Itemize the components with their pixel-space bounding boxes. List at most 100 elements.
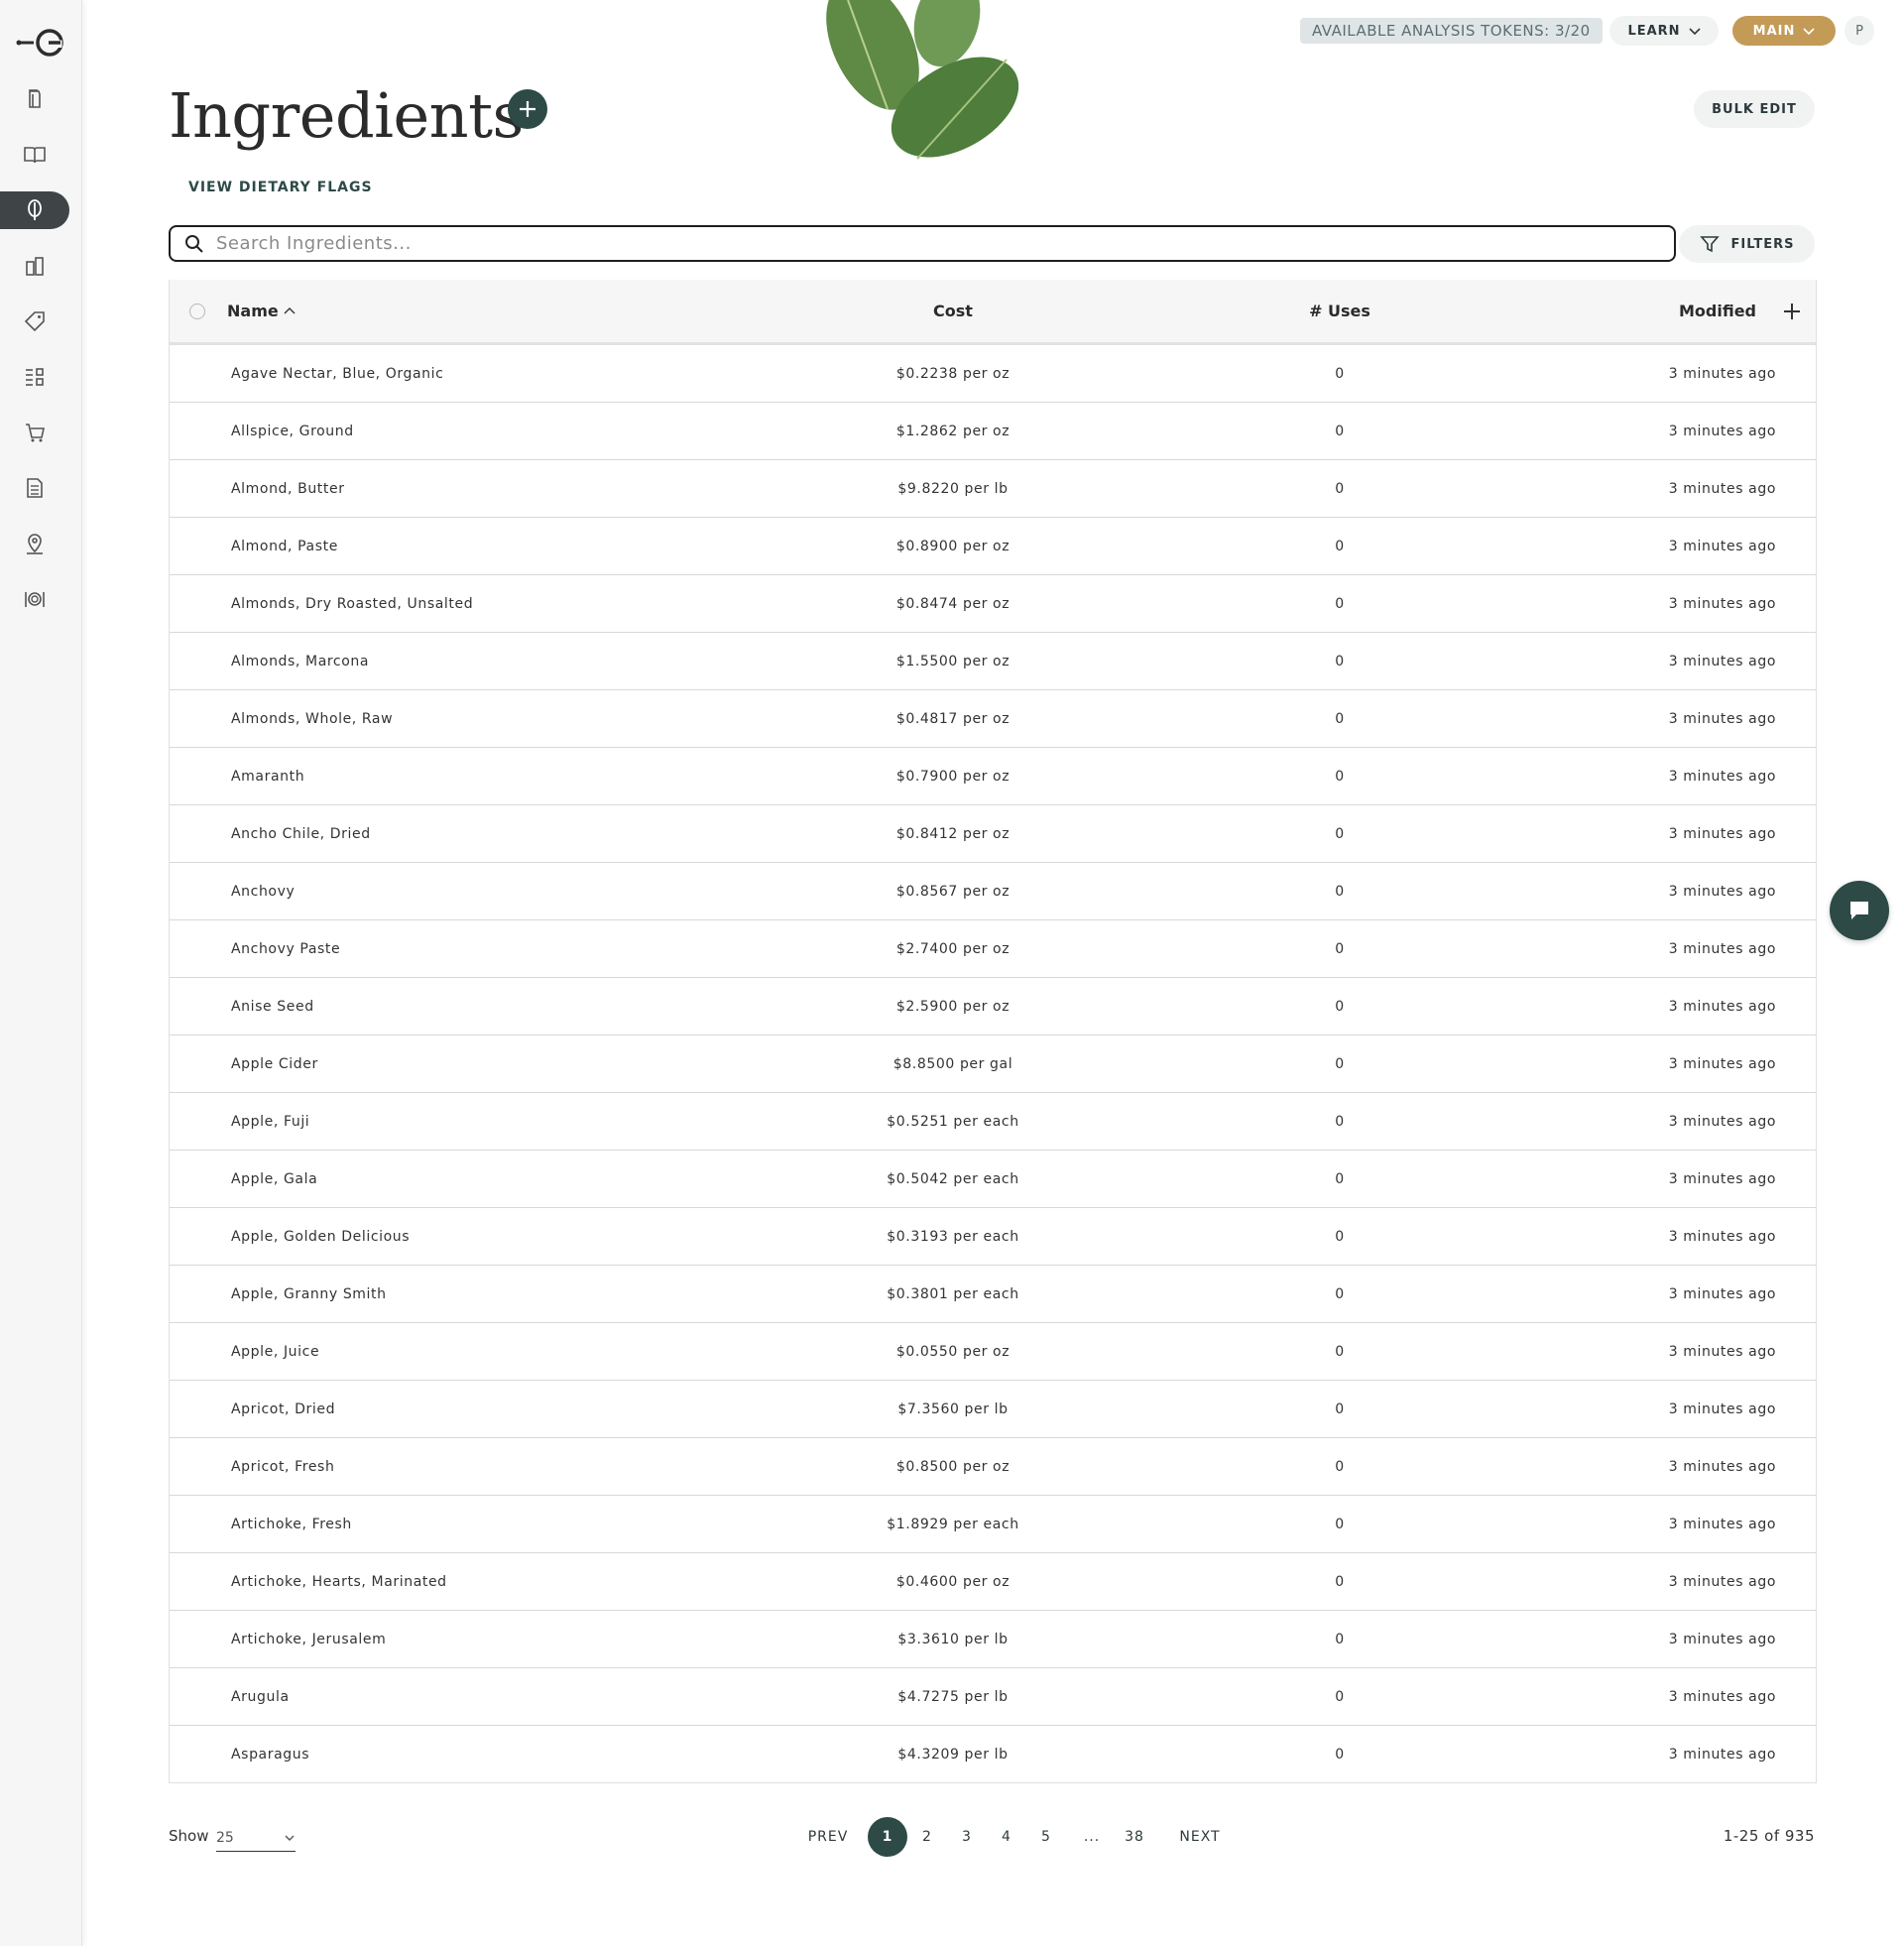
bulk-edit-button[interactable]: BULK EDIT (1694, 90, 1815, 128)
filter-icon (1699, 236, 1720, 253)
column-header-cost[interactable]: Cost (745, 280, 1161, 342)
table-row[interactable]: Artichoke, Hearts, Marinated $0.4600 per … (170, 1553, 1816, 1611)
table-row[interactable]: Agave Nectar, Blue, Organic $0.2238 per o… (170, 345, 1816, 403)
filters-button[interactable]: FILTERS (1679, 225, 1815, 263)
page-size-select[interactable]: 25 (216, 1825, 296, 1852)
main-label: MAIN (1752, 23, 1796, 39)
table-row[interactable]: Almond, Paste $0.8900 per oz 0 3 minutes ag… (170, 518, 1816, 575)
ingredient-name: Almond, Paste (231, 538, 338, 554)
table-row[interactable]: Anise Seed $2.5900 per oz 0 3 minutes ago (170, 978, 1816, 1035)
page-number-button[interactable]: 4 (987, 1817, 1026, 1857)
ingredient-name: Almonds, Whole, Raw (231, 710, 394, 727)
table-row[interactable]: Allspice, Ground $1.2862 per oz 0 3 minutes… (170, 403, 1816, 460)
chat-icon (1850, 902, 1868, 919)
search-input[interactable] (214, 232, 1674, 255)
table-row[interactable]: Apple Cider $8.8500 per gal 0 3 minutes ago (170, 1035, 1816, 1093)
table-row[interactable]: Artichoke, Jerusalem $3.3610 per lb 0 3 min… (170, 1611, 1816, 1668)
ingredient-cost: $0.5251 per each (887, 1113, 1019, 1130)
ingredient-name: Anchovy Paste (231, 940, 341, 957)
table-row[interactable]: Apricot, Fresh $0.8500 per oz 0 3 minutes a… (170, 1438, 1816, 1496)
sidebar-item-checklist[interactable] (0, 358, 69, 396)
ingredient-modified: 3 minutes ago (1668, 423, 1776, 439)
page-number-button[interactable]: 2 (907, 1817, 947, 1857)
ingredient-uses: 0 (1335, 768, 1345, 785)
ingredient-name: Almond, Butter (231, 480, 345, 497)
table-row[interactable]: Almonds, Dry Roasted, Unsalted $0.8474 pe… (170, 575, 1816, 633)
sidebar-item-reports[interactable] (0, 469, 69, 507)
column-label-uses: # Uses (1309, 302, 1370, 320)
page-number-button[interactable]: 5 (1026, 1817, 1066, 1857)
ingredient-uses: 0 (1335, 1516, 1345, 1532)
table-row[interactable]: Anchovy Paste $2.7400 per oz 0 3 minutes ag… (170, 920, 1816, 978)
ingredient-modified: 3 minutes ago (1668, 1516, 1776, 1532)
table-row[interactable]: Apple, Fuji $0.5251 per each 0 3 minutes ag… (170, 1093, 1816, 1151)
learn-dropdown[interactable]: LEARN (1609, 16, 1719, 46)
main-location-dropdown[interactable]: MAIN (1732, 16, 1836, 46)
select-all-checkbox[interactable] (189, 280, 205, 342)
filters-label: FILTERS (1730, 236, 1795, 252)
ingredient-modified: 3 minutes ago (1668, 1113, 1776, 1130)
sidebar-item-ingredients[interactable] (0, 191, 69, 229)
sidebar-item-locations[interactable] (0, 525, 69, 562)
sidebar-item-recipes[interactable] (0, 80, 69, 118)
ingredient-name: Anchovy (231, 883, 296, 900)
chat-support-button[interactable] (1830, 881, 1889, 940)
sidebar-item-orders[interactable] (0, 414, 69, 451)
ingredient-uses: 0 (1335, 538, 1345, 554)
ingredient-modified: 3 minutes ago (1668, 1458, 1776, 1475)
page-number-button[interactable]: 38 (1115, 1817, 1154, 1857)
ingredient-cost: $0.8474 per oz (895, 595, 1011, 612)
ingredient-name: Artichoke, Jerusalem (231, 1631, 387, 1647)
user-avatar[interactable]: P (1844, 16, 1874, 46)
add-column-button[interactable] (1780, 280, 1804, 342)
table-row[interactable]: Asparagus $4.3209 per lb 0 3 minutes ago (170, 1726, 1816, 1782)
ingredient-name: Apple, Fuji (231, 1113, 310, 1130)
ingredient-name: Ancho Chile, Dried (231, 825, 371, 842)
table-row[interactable]: Apple, Gala $0.5042 per each 0 3 minutes ag… (170, 1151, 1816, 1208)
table-row[interactable]: Almond, Butter $9.8220 per lb 0 3 minutes a… (170, 460, 1816, 518)
ingredient-cost: $0.2238 per oz (895, 365, 1011, 382)
ingredient-modified: 3 minutes ago (1668, 825, 1776, 842)
app-logo[interactable] (16, 28, 65, 58)
ingredient-modified: 3 minutes ago (1668, 1228, 1776, 1245)
prev-page-button[interactable]: PREV (798, 1817, 858, 1857)
sidebar-item-inventory[interactable] (0, 247, 69, 285)
page-number-button[interactable]: 1 (868, 1817, 907, 1857)
table-row[interactable]: Apple, Golden Delicious $0.3193 per each 0… (170, 1208, 1816, 1266)
table-row[interactable]: Apricot, Dried $7.3560 per lb 0 3 minutes a… (170, 1381, 1816, 1438)
ingredient-modified: 3 minutes ago (1668, 1400, 1776, 1417)
sidebar-item-tags[interactable] (0, 303, 69, 340)
column-header-uses[interactable]: # Uses (1280, 280, 1399, 342)
chevron-down-icon (1803, 28, 1815, 36)
add-ingredient-button[interactable] (508, 89, 547, 129)
ingredient-modified: 3 minutes ago (1668, 653, 1776, 669)
ingredient-name: Agave Nectar, Blue, Organic (231, 365, 444, 382)
column-header-modified[interactable]: Modified (1679, 280, 1756, 342)
page-number-button[interactable]: 3 (947, 1817, 987, 1857)
sidebar-item-book[interactable] (0, 136, 69, 174)
ingredient-uses: 0 (1335, 825, 1345, 842)
table-row[interactable]: Arugula $4.7275 per lb 0 3 minutes ago (170, 1668, 1816, 1726)
next-page-button[interactable]: NEXT (1170, 1817, 1230, 1857)
plus-icon (1784, 303, 1800, 319)
learn-label: LEARN (1627, 23, 1681, 39)
ingredients-table: Name Cost # Uses Modified Agave Nectar, … (169, 280, 1817, 1783)
view-dietary-flags-link[interactable]: VIEW DIETARY FLAGS (188, 180, 373, 195)
sidebar-item-menus[interactable] (0, 580, 69, 618)
table-row[interactable]: Anchovy $0.8567 per oz 0 3 minutes ago (170, 863, 1816, 920)
table-row[interactable]: Ancho Chile, Dried $0.8412 per oz 0 3 minut… (170, 805, 1816, 863)
ingredient-name: Artichoke, Hearts, Marinated (231, 1573, 447, 1590)
table-row[interactable]: Almonds, Whole, Raw $0.4817 per oz 0 3 minu… (170, 690, 1816, 748)
table-row[interactable]: Artichoke, Fresh $1.8929 per each 0 3 minut… (170, 1496, 1816, 1553)
table-row[interactable]: Apple, Granny Smith $0.3801 per each 0 3 mi… (170, 1266, 1816, 1323)
table-row[interactable]: Apple, Juice $0.0550 per oz 0 3 minutes ago (170, 1323, 1816, 1381)
ingredient-cost: $1.8929 per each (887, 1516, 1019, 1532)
table-row[interactable]: Almonds, Marcona $1.5500 per oz 0 3 minutes… (170, 633, 1816, 690)
ingredient-uses: 0 (1335, 1573, 1345, 1590)
column-header-name[interactable]: Name (227, 280, 297, 342)
table-row[interactable]: Amaranth $0.7900 per oz 0 3 minutes ago (170, 748, 1816, 805)
ingredient-modified: 3 minutes ago (1668, 1170, 1776, 1187)
ingredient-uses: 0 (1335, 1055, 1345, 1072)
ingredient-name: Almonds, Marcona (231, 653, 370, 669)
ingredient-name: Apple, Gala (231, 1170, 318, 1187)
